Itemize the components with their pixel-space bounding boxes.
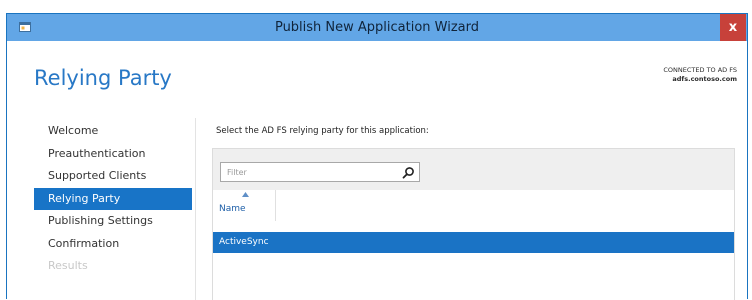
sort-ascending-icon <box>242 192 249 197</box>
filter-input[interactable] <box>221 163 403 181</box>
connection-status: CONNECTED TO AD FS adfs.contoso.com <box>663 66 737 84</box>
page-title: Relying Party <box>34 66 172 90</box>
filter-box[interactable] <box>220 162 420 182</box>
relying-party-list: Name ActiveSync <box>212 148 735 300</box>
wizard-steps-nav: Welcome Preauthentication Supported Clie… <box>34 120 192 278</box>
close-button[interactable]: x <box>720 14 746 41</box>
column-separator[interactable] <box>275 190 276 221</box>
nav-step-preauthentication[interactable]: Preauthentication <box>34 143 192 166</box>
search-icon[interactable] <box>402 166 415 179</box>
filter-bar <box>213 149 734 190</box>
window-title: Publish New Application Wizard <box>274 20 480 35</box>
connection-host: adfs.contoso.com <box>672 75 737 83</box>
nav-divider <box>195 118 196 300</box>
connection-caption: CONNECTED TO AD FS <box>663 66 737 74</box>
nav-step-publishing-settings[interactable]: Publishing Settings <box>34 210 192 233</box>
instruction-text: Select the AD FS relying party for this … <box>216 126 429 136</box>
close-icon: x <box>728 20 738 35</box>
nav-step-welcome[interactable]: Welcome <box>34 120 192 143</box>
nav-step-results: Results <box>48 259 88 272</box>
title-bar[interactable]: Publish New Application Wizard x <box>7 14 747 41</box>
nav-step-relying-party[interactable]: Relying Party <box>34 187 192 210</box>
nav-step-confirmation[interactable]: Confirmation <box>34 233 192 256</box>
column-header-name[interactable]: Name <box>219 204 246 214</box>
table-row[interactable]: ActiveSync <box>213 232 734 253</box>
wizard-window: Publish New Application Wizard x Relying… <box>6 13 748 300</box>
table-header: Name <box>213 190 734 221</box>
nav-step-supported-clients[interactable]: Supported Clients <box>34 165 192 188</box>
